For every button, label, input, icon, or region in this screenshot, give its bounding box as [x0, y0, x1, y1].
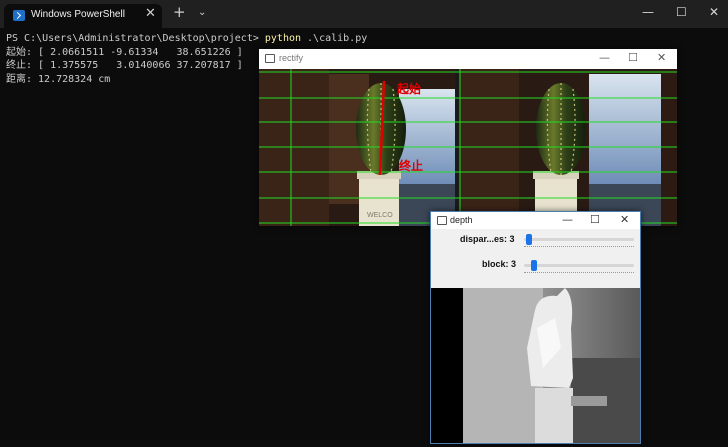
output-line-start: 起始: [ 2.0661511 -9.61334 38.651226 ]: [6, 46, 243, 58]
label-start: 起始: [396, 81, 421, 96]
minimize-button[interactable]: —: [642, 5, 654, 19]
powershell-icon: [13, 10, 25, 21]
maximize-button[interactable]: ☐: [676, 5, 687, 19]
depth-title: depth: [450, 215, 473, 225]
new-tab-button[interactable]: +: [173, 5, 186, 20]
window-icon: [265, 54, 275, 63]
disparities-slider-label: dispar...es: 3: [460, 234, 515, 244]
depth-window[interactable]: depth — ☐ ✕ dispar...es: 3 block: 3: [430, 211, 641, 444]
window-icon: [437, 216, 447, 225]
output-line-end: 终止: [ 1.375575 3.0140066 37.207817 ]: [6, 60, 243, 71]
depth-maximize-button[interactable]: ☐: [590, 213, 600, 226]
depth-minimize-button[interactable]: —: [562, 213, 573, 226]
depth-close-button[interactable]: ✕: [620, 213, 629, 226]
label-end: 终止: [399, 158, 423, 173]
block-slider-ticks: [524, 272, 634, 275]
disparities-slider-ticks: [524, 246, 634, 249]
tab-dropdown-button[interactable]: ⌄: [198, 7, 206, 18]
output-line-distance: 距离: 12.728324 cm: [6, 73, 111, 85]
prompt: PS C:\Users\Administrator\Desktop\projec…: [6, 33, 265, 44]
terminal-titlebar: Windows PowerShell ✕ + ⌄ — ☐ ✕: [0, 0, 728, 28]
command: python: [264, 33, 302, 44]
disparities-slider-thumb[interactable]: [526, 234, 532, 245]
tab-title: Windows PowerShell: [31, 9, 125, 20]
rectify-maximize-button[interactable]: ☐: [628, 51, 638, 64]
rectified-stereo-image[interactable]: WELCO 起始 终止: [259, 69, 677, 226]
disparities-slider-track[interactable]: [524, 238, 634, 241]
rectify-titlebar[interactable]: rectify — ☐ ✕: [259, 49, 677, 69]
tab-windows-powershell[interactable]: Windows PowerShell ✕: [4, 4, 162, 28]
rectify-window[interactable]: rectify — ☐ ✕ WELCO 起始 终止: [259, 49, 677, 226]
tab-close-icon[interactable]: ✕: [145, 6, 156, 21]
block-slider-track[interactable]: [524, 264, 634, 267]
rectify-title: rectify: [279, 53, 304, 63]
rectify-minimize-button[interactable]: —: [599, 51, 610, 64]
block-slider-thumb[interactable]: [531, 260, 537, 271]
pot-label: WELCO: [367, 212, 393, 219]
rectify-close-button[interactable]: ✕: [657, 51, 666, 64]
block-slider-label: block: 3: [482, 259, 517, 269]
depth-map-image: [431, 288, 640, 443]
command-arg: .\calib.py: [301, 33, 368, 44]
close-button[interactable]: ✕: [709, 5, 719, 19]
depth-titlebar[interactable]: depth — ☐ ✕: [431, 212, 640, 229]
